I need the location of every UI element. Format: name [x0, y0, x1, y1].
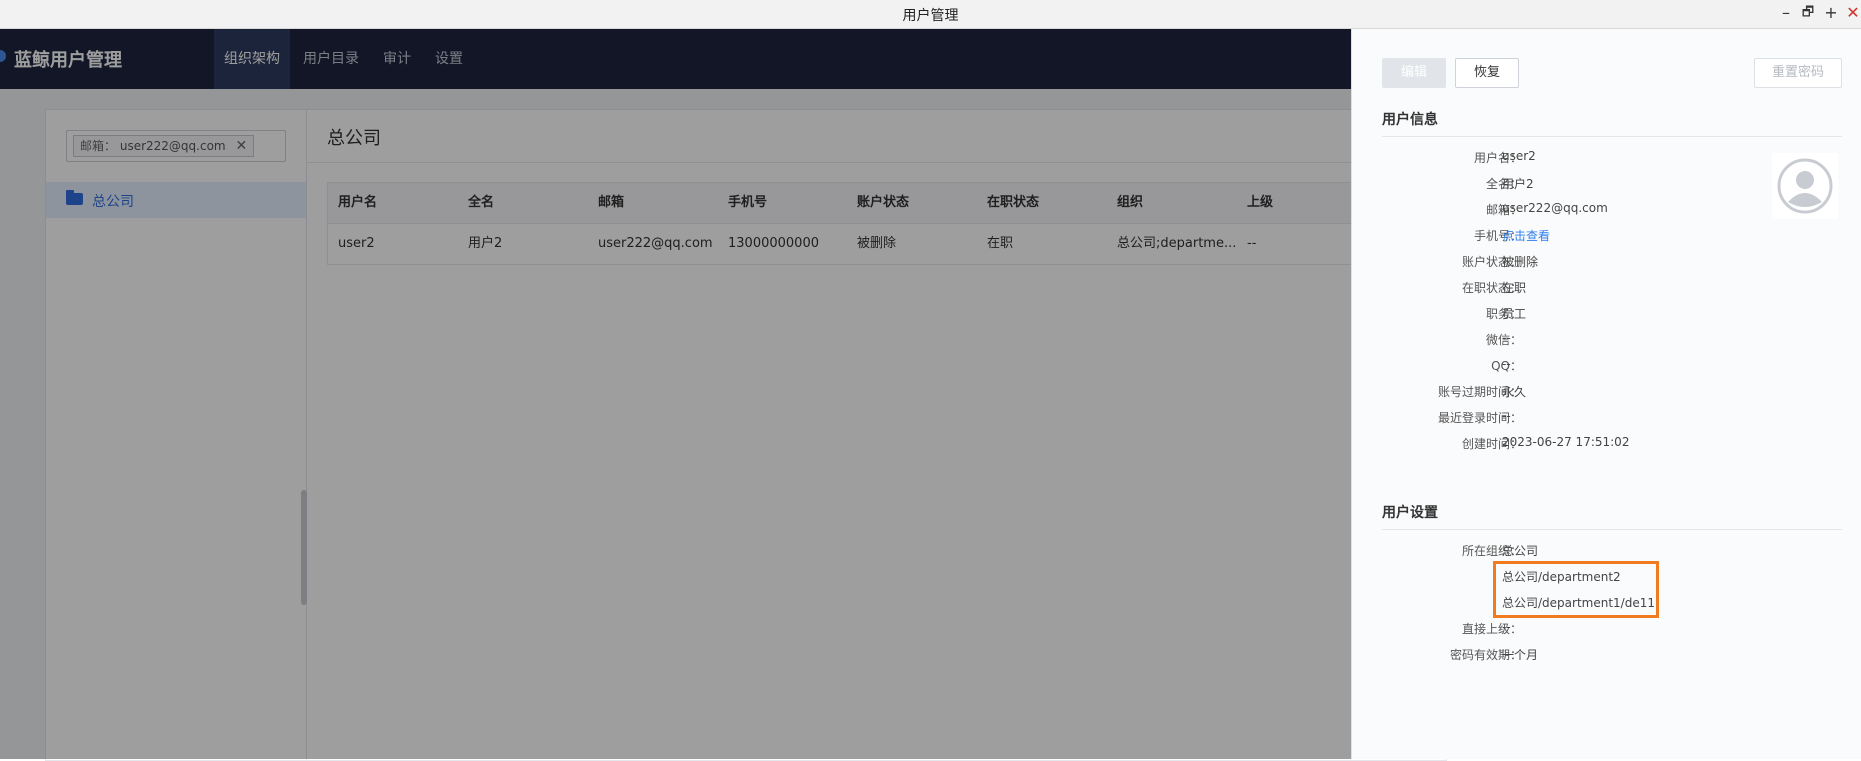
label-created-time: 创建时间：	[1461, 437, 1522, 451]
minimize-icon[interactable]: –	[1776, 3, 1796, 23]
label-phone: 手机号：	[1473, 229, 1522, 243]
user-avatar-icon	[1777, 158, 1833, 214]
divider	[1382, 136, 1842, 137]
view-phone-link[interactable]: 点击查看	[1502, 227, 1550, 244]
reset-password-button[interactable]: 重置密码	[1754, 58, 1842, 88]
label-account-expiry: 账号过期时间：	[1437, 385, 1522, 399]
label-direct-leader: 直接上级：	[1461, 622, 1522, 636]
label-last-login: 最近登录时间：	[1437, 411, 1522, 425]
user-detail-drawer: 编辑 恢复 重置密码 用户信息 用户名： user2 全名： 用户2 邮箱： u…	[1351, 29, 1861, 759]
label-wechat: 微信：	[1485, 333, 1522, 347]
restore-icon[interactable]: 🗗	[1798, 3, 1818, 23]
label-password-validity: 密码有效期：	[1449, 648, 1522, 662]
value-direct-leader: --	[1502, 620, 1511, 634]
restore-button[interactable]: 恢复	[1455, 58, 1519, 88]
maximize-icon[interactable]: +	[1821, 3, 1841, 23]
label-employment-status: 在职状态：	[1461, 281, 1522, 295]
label-fullname: 全名：	[1485, 177, 1522, 191]
org-item: 总公司	[1502, 544, 1539, 558]
value-qq: --	[1502, 357, 1511, 371]
value-last-login: --	[1502, 409, 1511, 423]
value-account-status: 被删除	[1502, 255, 1539, 269]
window-title: 用户管理	[902, 8, 959, 24]
label-orgs: 所在组织：	[1461, 544, 1522, 558]
label-account-status: 账户状态：	[1461, 255, 1522, 269]
edit-button[interactable]: 编辑	[1382, 58, 1446, 88]
label-username: 用户名：	[1473, 151, 1522, 165]
value-employment-status: 在职	[1502, 281, 1527, 295]
avatar	[1772, 153, 1838, 219]
value-position: 员工	[1502, 307, 1527, 321]
value-password-validity: 一个月	[1502, 648, 1539, 662]
org-highlight-box	[1493, 561, 1659, 618]
label-position: 职务：	[1485, 307, 1522, 321]
value-fullname: 用户2	[1502, 177, 1534, 191]
divider	[1382, 529, 1842, 530]
value-account-expiry: 永久	[1502, 385, 1527, 399]
user-settings-title: 用户设置	[1382, 505, 1438, 521]
close-icon[interactable]: ✕	[1843, 3, 1861, 23]
window-titlebar: 用户管理 – 🗗 + ✕	[0, 0, 1861, 29]
value-username: user2	[1502, 149, 1536, 163]
value-email: user222@qq.com	[1502, 201, 1608, 215]
value-wechat: --	[1502, 331, 1511, 345]
label-qq: QQ：	[1491, 359, 1522, 373]
label-email: 邮箱：	[1485, 203, 1522, 217]
user-info-title: 用户信息	[1382, 112, 1438, 128]
value-created-time: 2023-06-27 17:51:02	[1502, 435, 1630, 449]
